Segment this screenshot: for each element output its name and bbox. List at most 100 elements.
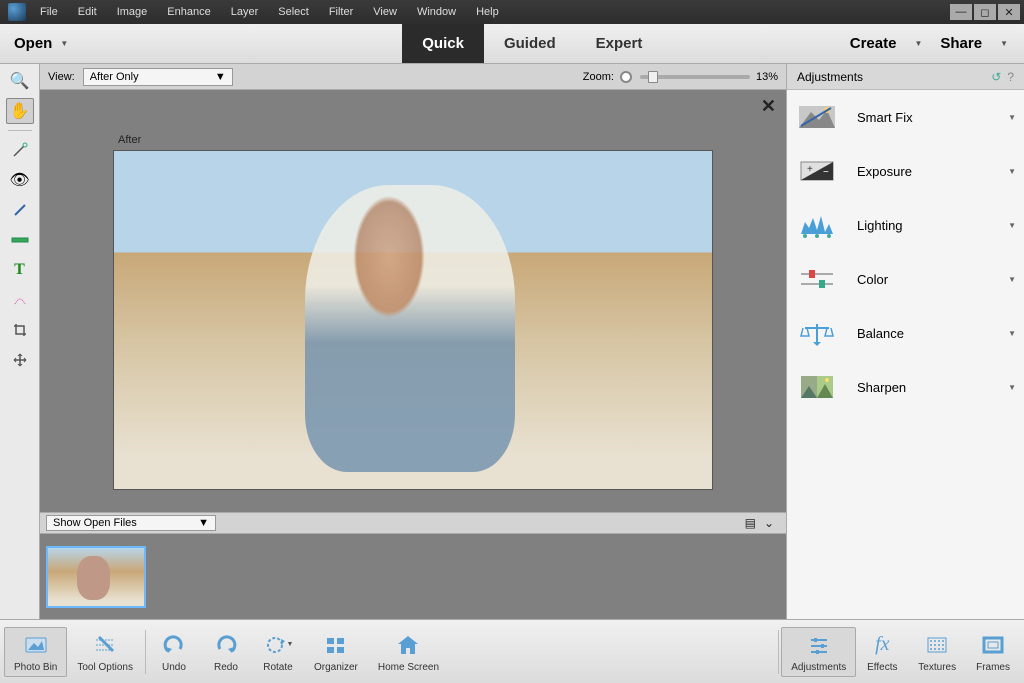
healing-tool[interactable] <box>6 287 34 313</box>
create-button[interactable]: Create <box>844 35 903 52</box>
adj-lighting[interactable]: Lighting ▼ <box>787 198 1024 252</box>
chevron-icon: ▼ <box>1008 383 1016 392</box>
brush-tool[interactable] <box>6 197 34 223</box>
menu-layer[interactable]: Layer <box>221 6 269 18</box>
menu-view[interactable]: View <box>363 6 407 18</box>
adj-sharpen[interactable]: Sharpen ▼ <box>787 360 1024 414</box>
eye-tool[interactable]: 👁 <box>6 167 34 193</box>
effects-icon: fx <box>875 631 889 659</box>
chevron-icon: ▼ <box>1008 167 1016 176</box>
zoom-slider[interactable] <box>640 75 750 79</box>
menu-filter[interactable]: Filter <box>319 6 363 18</box>
adj-label: Lighting <box>857 218 903 233</box>
close-button[interactable]: ✕ <box>998 4 1020 20</box>
footer-rotate[interactable]: ▼ Rotate <box>252 627 304 677</box>
menu-help[interactable]: Help <box>466 6 509 18</box>
adj-color[interactable]: Color ▼ <box>787 252 1024 306</box>
zoom-value: 13% <box>756 71 778 83</box>
menu-enhance[interactable]: Enhance <box>157 6 220 18</box>
undo-icon <box>162 631 186 659</box>
adj-exposure[interactable]: +− Exposure ▼ <box>787 144 1024 198</box>
menu-image[interactable]: Image <box>107 6 158 18</box>
balance-icon <box>795 316 839 350</box>
adj-label: Balance <box>857 326 904 341</box>
footer-label: Effects <box>867 662 897 673</box>
footer-effects[interactable]: fx Effects <box>856 627 908 677</box>
magic-wand-tool[interactable] <box>6 137 34 163</box>
adj-balance[interactable]: Balance ▼ <box>787 306 1024 360</box>
footer-home-screen[interactable]: Home Screen <box>368 627 449 677</box>
footer-organizer[interactable]: Organizer <box>304 627 368 677</box>
sharpen-icon <box>795 370 839 404</box>
smart-fix-icon <box>795 100 839 134</box>
footer-frames[interactable]: Frames <box>966 627 1020 677</box>
exposure-icon: +− <box>795 154 839 188</box>
dropdown-icon: ▼ <box>198 517 209 529</box>
adjustments-icon <box>807 631 831 659</box>
photo-bin-dropdown[interactable]: Show Open Files ▼ <box>46 515 216 531</box>
help-icon[interactable]: ? <box>1007 70 1014 84</box>
chevron-icon: ▼ <box>1008 329 1016 338</box>
menu-edit[interactable]: Edit <box>68 6 107 18</box>
crop-tool[interactable] <box>6 317 34 343</box>
footer-bar: Photo Bin Tool Options Undo Redo ▼ Rotat… <box>0 619 1024 683</box>
open-label: Open <box>14 35 52 52</box>
footer-tool-options[interactable]: Tool Options <box>67 627 143 677</box>
app-logo <box>8 3 26 21</box>
canvas-image[interactable] <box>113 150 713 490</box>
close-document[interactable]: ✕ <box>761 96 776 117</box>
text-tool[interactable]: T <box>6 257 34 283</box>
view-bar: View: After Only ▼ Zoom: 13% <box>40 64 786 90</box>
adj-smart-fix[interactable]: Smart Fix ▼ <box>787 90 1024 144</box>
footer-adjustments[interactable]: Adjustments <box>781 627 856 677</box>
footer-label: Photo Bin <box>14 662 57 673</box>
share-button[interactable]: Share <box>934 35 988 52</box>
menu-file[interactable]: File <box>30 6 68 18</box>
bin-menu-icon[interactable]: ▤ <box>745 516 756 530</box>
tab-expert[interactable]: Expert <box>576 24 663 63</box>
footer-label: Undo <box>162 662 186 673</box>
footer-redo[interactable]: Redo <box>200 627 252 677</box>
footer-photo-bin[interactable]: Photo Bin <box>4 627 67 677</box>
panel-title: Adjustments <box>797 70 863 84</box>
adj-label: Smart Fix <box>857 110 913 125</box>
hand-tool[interactable]: ✋ <box>6 98 34 124</box>
photo-bin-icon <box>24 631 48 659</box>
dropdown-icon: ▼ <box>994 39 1014 48</box>
move-tool[interactable] <box>6 347 34 373</box>
textures-icon <box>925 631 949 659</box>
zoom-thumb[interactable] <box>648 71 658 83</box>
bin-collapse-icon[interactable]: ⌄ <box>764 516 774 530</box>
reset-icon[interactable]: ↺ <box>991 70 1001 84</box>
straighten-tool[interactable] <box>6 227 34 253</box>
photo-thumbnail[interactable] <box>46 546 146 608</box>
zoom-knob-icon <box>620 71 632 83</box>
maximize-button[interactable]: ◻ <box>974 4 996 20</box>
open-button[interactable]: Open ▼ <box>0 24 82 63</box>
photo-bin <box>40 534 786 619</box>
minimize-button[interactable]: — <box>950 4 972 20</box>
menu-window[interactable]: Window <box>407 6 466 18</box>
tool-palette: 🔍 ✋ 👁 T <box>0 64 40 619</box>
tab-quick[interactable]: Quick <box>402 24 484 63</box>
title-bar: File Edit Image Enhance Layer Select Fil… <box>0 0 1024 24</box>
footer-undo[interactable]: Undo <box>148 627 200 677</box>
footer-label: Tool Options <box>77 662 133 673</box>
footer-textures[interactable]: Textures <box>908 627 966 677</box>
chevron-icon: ▼ <box>1008 275 1016 284</box>
adj-label: Exposure <box>857 164 912 179</box>
view-dropdown[interactable]: After Only ▼ <box>83 68 233 86</box>
zoom-tool[interactable]: 🔍 <box>6 68 34 94</box>
menu-select[interactable]: Select <box>268 6 319 18</box>
panel-header: Adjustments ↺ ? <box>787 64 1024 90</box>
tab-guided[interactable]: Guided <box>484 24 576 63</box>
tool-options-icon <box>93 631 117 659</box>
footer-label: Redo <box>214 662 238 673</box>
organizer-icon <box>324 631 348 659</box>
main-toolbar: Open ▼ Quick Guided Expert Create ▼ Share… <box>0 24 1024 64</box>
footer-label: Organizer <box>314 662 358 673</box>
chevron-icon: ▼ <box>1008 113 1016 122</box>
canvas-area: ✕ After <box>40 90 786 512</box>
rotate-icon: ▼ <box>263 631 294 659</box>
adj-label: Color <box>857 272 888 287</box>
